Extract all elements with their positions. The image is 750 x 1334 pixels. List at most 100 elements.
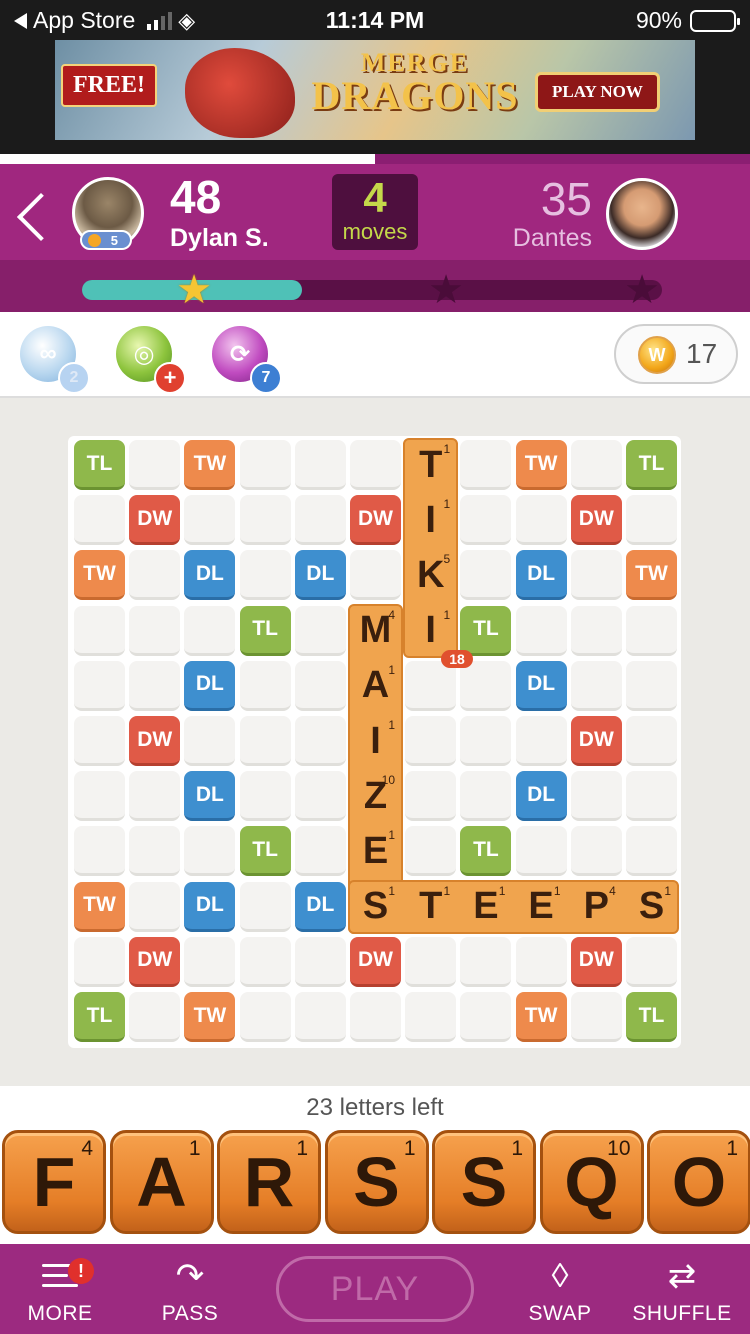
square[interactable] <box>294 936 346 987</box>
square[interactable] <box>570 550 622 601</box>
square-tw[interactable]: TW <box>74 881 125 932</box>
square[interactable] <box>294 605 346 656</box>
square[interactable] <box>515 716 567 766</box>
square[interactable] <box>405 992 457 1042</box>
swap-button[interactable]: ◊ SWAP <box>500 1254 620 1326</box>
square[interactable] <box>184 495 236 546</box>
square[interactable] <box>239 881 291 932</box>
square-tw[interactable]: TW <box>74 550 125 601</box>
square-tl[interactable]: TL <box>74 440 125 490</box>
pass-button[interactable]: ↷ PASS <box>130 1254 250 1326</box>
square[interactable] <box>184 605 236 656</box>
square[interactable] <box>570 660 622 711</box>
square[interactable] <box>239 771 291 822</box>
square[interactable] <box>570 771 622 822</box>
square[interactable] <box>460 936 512 987</box>
square-tw[interactable]: TW <box>184 440 236 490</box>
square-tw[interactable]: TW <box>515 440 567 490</box>
square-dl[interactable]: DL <box>515 771 567 822</box>
square-tl[interactable]: TL <box>460 605 512 656</box>
play-button[interactable]: PLAY <box>276 1256 474 1322</box>
square[interactable] <box>460 495 512 546</box>
shuffle-button[interactable]: ⇄ SHUFFLE <box>622 1254 742 1326</box>
square[interactable] <box>74 771 125 822</box>
square[interactable] <box>74 716 125 766</box>
square[interactable] <box>460 771 512 822</box>
square[interactable] <box>74 495 125 546</box>
back-button[interactable] <box>14 188 54 244</box>
square[interactable] <box>239 440 291 490</box>
square[interactable] <box>239 660 291 711</box>
coin-balance[interactable]: W 17 <box>614 324 738 384</box>
word-radar-powerup-button[interactable]: ◎ + <box>116 326 186 394</box>
square[interactable] <box>405 936 457 987</box>
square[interactable] <box>626 605 677 656</box>
square[interactable] <box>460 440 512 490</box>
square[interactable] <box>294 771 346 822</box>
square[interactable] <box>129 660 181 711</box>
square[interactable] <box>239 716 291 766</box>
square-dw[interactable]: DW <box>129 936 181 987</box>
ad-banner[interactable]: FREE! MERGE DRAGONS PLAY NOW <box>55 40 695 140</box>
square-tw[interactable]: TW <box>515 992 567 1042</box>
square-tl[interactable]: TL <box>239 826 291 877</box>
rack-tile[interactable]: O1 <box>647 1130 750 1234</box>
rack-tile[interactable]: R1 <box>217 1130 321 1234</box>
square[interactable] <box>129 881 181 932</box>
square-dl[interactable]: DL <box>515 550 567 601</box>
square[interactable] <box>626 826 677 877</box>
square[interactable] <box>460 550 512 601</box>
hindsight-powerup-button[interactable]: ∞ 2 <box>20 326 90 394</box>
square[interactable] <box>294 660 346 711</box>
square-dw[interactable]: DW <box>350 936 401 987</box>
square[interactable] <box>405 826 457 877</box>
square-dl[interactable]: DL <box>184 550 236 601</box>
square[interactable] <box>239 936 291 987</box>
square-tw[interactable]: TW <box>626 550 677 601</box>
square-dw[interactable]: DW <box>129 716 181 766</box>
square[interactable] <box>74 605 125 656</box>
square[interactable] <box>405 716 457 766</box>
swap-plus-powerup-button[interactable]: ⟳ 7 <box>212 326 282 394</box>
opponent-avatar[interactable] <box>606 178 678 250</box>
square-tl[interactable]: TL <box>74 992 125 1042</box>
square[interactable] <box>184 716 236 766</box>
square[interactable] <box>294 992 346 1042</box>
game-board[interactable]: TL TW TW TL DW DW DW TW DL DL DL TW TL TL DL DL DW DW DL DL… <box>68 436 681 1048</box>
square[interactable] <box>239 495 291 546</box>
square[interactable] <box>515 826 567 877</box>
square[interactable] <box>515 605 567 656</box>
rack-tile[interactable]: S1 <box>324 1130 429 1234</box>
square[interactable] <box>184 936 236 987</box>
square[interactable] <box>570 992 622 1042</box>
square[interactable] <box>74 660 125 711</box>
rack-tile[interactable]: F4 <box>2 1130 106 1234</box>
square[interactable] <box>74 826 125 877</box>
square[interactable] <box>570 826 622 877</box>
square-dl[interactable]: DL <box>184 660 236 711</box>
square[interactable] <box>626 716 677 766</box>
square[interactable] <box>460 716 512 766</box>
ad-play-now-button[interactable]: PLAY NOW <box>535 72 660 112</box>
square[interactable] <box>239 992 291 1042</box>
square[interactable] <box>570 440 622 490</box>
rack-tile[interactable]: A1 <box>109 1130 214 1234</box>
square[interactable] <box>294 440 346 490</box>
square[interactable] <box>350 992 401 1042</box>
square[interactable] <box>129 550 181 601</box>
square-dw[interactable]: DW <box>570 495 622 546</box>
more-button[interactable]: MORE ! <box>0 1254 120 1326</box>
square[interactable] <box>129 605 181 656</box>
square-dl[interactable]: DL <box>294 550 346 601</box>
square-dw[interactable]: DW <box>570 716 622 766</box>
rack-tile[interactable]: Q 10 <box>539 1130 644 1234</box>
square[interactable] <box>294 826 346 877</box>
square[interactable] <box>184 826 236 877</box>
square-dl[interactable]: DL <box>515 660 567 711</box>
square[interactable] <box>626 660 677 711</box>
square-tl[interactable]: TL <box>460 826 512 877</box>
square[interactable] <box>129 992 181 1042</box>
square-dl[interactable]: DL <box>294 881 346 932</box>
square[interactable] <box>350 550 401 601</box>
square-dl[interactable]: DL <box>184 881 236 932</box>
